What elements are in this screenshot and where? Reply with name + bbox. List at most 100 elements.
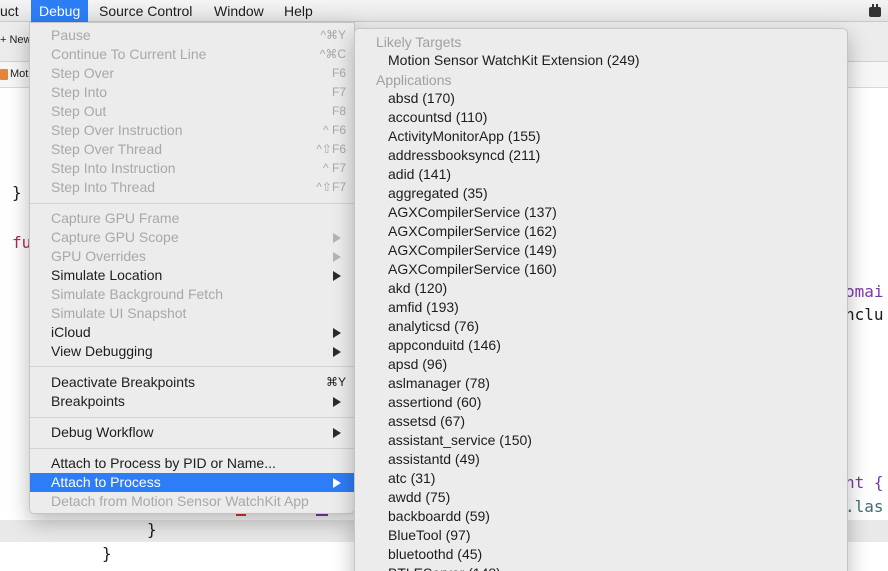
process-item[interactable]: absd (170) bbox=[388, 89, 455, 108]
process-item[interactable]: assertiond (60) bbox=[388, 393, 481, 412]
menu-item-detach[interactable]: Detach from Motion Sensor WatchKit App bbox=[30, 492, 354, 511]
attach-to-process-submenu: Likely Targets Motion Sensor WatchKit Ex… bbox=[354, 28, 848, 571]
submenu-arrow-icon bbox=[333, 328, 341, 338]
menu-shortcut: ^⌘C bbox=[319, 47, 346, 61]
code-token-las: .las bbox=[845, 497, 884, 516]
menu-item-simulate-background-fetch[interactable]: Simulate Background Fetch bbox=[30, 285, 354, 304]
menubar-window[interactable]: Window bbox=[206, 0, 272, 22]
menu-item-view-debugging[interactable]: View Debugging bbox=[30, 342, 354, 361]
process-item[interactable]: apsd (96) bbox=[388, 355, 447, 374]
process-item[interactable]: AGXCompilerService (160) bbox=[388, 260, 557, 279]
menubar-source-control[interactable]: Source Control bbox=[91, 0, 200, 22]
menu-item-label: iCloud bbox=[51, 324, 91, 340]
menu-item-step-into[interactable]: Step Into F7 bbox=[30, 83, 354, 102]
menu-item-deactivate-breakpoints[interactable]: Deactivate Breakpoints ⌘Y bbox=[30, 373, 354, 392]
swift-file-icon bbox=[0, 69, 8, 80]
menu-item-capture-gpu-frame[interactable]: Capture GPU Frame bbox=[30, 209, 354, 228]
menu-item-label: Simulate Background Fetch bbox=[51, 286, 223, 302]
process-item[interactable]: atc (31) bbox=[388, 469, 435, 488]
menu-item-step-into-thread[interactable]: Step Into Thread ^⇧F7 bbox=[30, 178, 354, 197]
code-include-text: nclu bbox=[845, 305, 884, 324]
process-item[interactable]: BlueTool (97) bbox=[388, 526, 471, 545]
menu-item-icloud[interactable]: iCloud bbox=[30, 323, 354, 342]
process-item[interactable]: addressbooksyncd (211) bbox=[388, 146, 540, 165]
menu-item-label: Capture GPU Frame bbox=[51, 210, 180, 226]
process-item[interactable]: AGXCompilerService (162) bbox=[388, 222, 557, 241]
menu-separator bbox=[30, 203, 354, 204]
menu-shortcut: ⌘Y bbox=[325, 375, 346, 389]
menu-item-step-over-instruction[interactable]: Step Over Instruction ^ F6 bbox=[30, 121, 354, 140]
process-item[interactable]: bluetoothd (45) bbox=[388, 545, 482, 564]
debug-menu: Pause ^⌘Y Continue To Current Line ^⌘C Ste… bbox=[29, 22, 355, 514]
app-status-icon[interactable] bbox=[868, 3, 882, 18]
menu-shortcut: ^ F6 bbox=[323, 123, 346, 137]
code-brace: } bbox=[102, 544, 112, 563]
process-item[interactable]: analyticsd (76) bbox=[388, 317, 479, 336]
menu-item-continue-to-current-line[interactable]: Continue To Current Line ^⌘C bbox=[30, 45, 354, 64]
code-domain-text: omai bbox=[845, 282, 884, 301]
menu-item-capture-gpu-scope[interactable]: Capture GPU Scope bbox=[30, 228, 354, 247]
process-item[interactable]: accountsd (110) bbox=[388, 108, 487, 127]
process-item[interactable]: appconduitd (146) bbox=[388, 336, 501, 355]
menu-item-step-over-thread[interactable]: Step Over Thread ^⇧F6 bbox=[30, 140, 354, 159]
process-item[interactable]: assistantd (49) bbox=[388, 450, 480, 469]
menu-shortcut: F8 bbox=[331, 104, 346, 118]
editor-tab-label[interactable]: Mot bbox=[10, 68, 28, 80]
process-item[interactable]: AGXCompilerService (149) bbox=[388, 241, 557, 260]
menu-item-label: GPU Overrides bbox=[51, 248, 146, 264]
process-item[interactable]: AGXCompilerService (137) bbox=[388, 203, 557, 222]
submenu-arrow-icon bbox=[333, 233, 341, 243]
menu-separator bbox=[30, 366, 354, 367]
likely-targets-header: Likely Targets bbox=[376, 34, 462, 50]
menu-item-debug-workflow[interactable]: Debug Workflow bbox=[30, 423, 354, 442]
menu-item-breakpoints[interactable]: Breakpoints bbox=[30, 392, 354, 411]
menu-item-label: Step Into bbox=[51, 84, 108, 100]
code-fragment-red bbox=[236, 514, 246, 516]
submenu-arrow-icon bbox=[333, 347, 341, 357]
process-item[interactable]: adid (141) bbox=[388, 165, 451, 184]
process-item[interactable]: assetsd (67) bbox=[388, 412, 465, 431]
menu-item-label: Step Over bbox=[51, 65, 115, 81]
menubar-help[interactable]: Help bbox=[276, 0, 321, 22]
process-item[interactable]: amfid (193) bbox=[388, 298, 459, 317]
menu-item-step-over[interactable]: Step Over F6 bbox=[30, 64, 354, 83]
menu-separator bbox=[30, 448, 354, 449]
submenu-arrow-icon bbox=[333, 252, 341, 262]
likely-target-item[interactable]: Motion Sensor WatchKit Extension (249) bbox=[388, 51, 640, 70]
menu-item-label: Simulate Location bbox=[51, 267, 163, 283]
submenu-arrow-icon bbox=[333, 271, 341, 281]
menubar-debug[interactable]: Debug bbox=[31, 0, 89, 22]
menu-item-label: Detach from Motion Sensor WatchKit App bbox=[51, 493, 309, 509]
submenu-arrow-icon bbox=[333, 478, 341, 488]
menu-item-label: Breakpoints bbox=[51, 393, 125, 409]
process-item[interactable]: akd (120) bbox=[388, 279, 447, 298]
menubar-product[interactable]: uct bbox=[0, 0, 27, 22]
menu-item-label: Attach to Process bbox=[51, 474, 161, 490]
process-item[interactable]: BTLEServer (148) bbox=[388, 564, 501, 571]
process-item[interactable]: aslmanager (78) bbox=[388, 374, 490, 393]
menu-item-label: Simulate UI Snapshot bbox=[51, 305, 187, 321]
submenu-arrow-icon bbox=[333, 428, 341, 438]
menu-item-label: Debug Workflow bbox=[51, 424, 154, 440]
menu-item-simulate-location[interactable]: Simulate Location bbox=[30, 266, 354, 285]
process-item[interactable]: backboardd (59) bbox=[388, 507, 490, 526]
menu-item-label: Attach to Process by PID or Name... bbox=[51, 455, 276, 471]
menu-item-label: Pause bbox=[51, 27, 91, 43]
process-item[interactable]: awdd (75) bbox=[388, 488, 450, 507]
submenu-arrow-icon bbox=[333, 397, 341, 407]
menu-item-attach-to-process[interactable]: Attach to Process bbox=[30, 473, 354, 492]
menu-item-step-into-instruction[interactable]: Step Into Instruction ^ F7 bbox=[30, 159, 354, 178]
code-brace: } bbox=[147, 520, 157, 539]
menu-item-simulate-ui-snapshot[interactable]: Simulate UI Snapshot bbox=[30, 304, 354, 323]
menu-item-pause[interactable]: Pause ^⌘Y bbox=[30, 26, 354, 45]
process-item[interactable]: ActivityMonitorApp (155) bbox=[388, 127, 541, 146]
menu-item-label: Step Into Instruction bbox=[51, 160, 176, 176]
menu-shortcut: ^⇧F6 bbox=[316, 142, 346, 156]
menu-item-step-out[interactable]: Step Out F8 bbox=[30, 102, 354, 121]
process-item[interactable]: aggregated (35) bbox=[388, 184, 488, 203]
menu-item-label: View Debugging bbox=[51, 343, 153, 359]
menu-item-gpu-overrides[interactable]: GPU Overrides bbox=[30, 247, 354, 266]
new-button[interactable]: + New bbox=[0, 34, 32, 46]
process-item[interactable]: assistant_service (150) bbox=[388, 431, 532, 450]
menu-item-attach-by-pid[interactable]: Attach to Process by PID or Name... bbox=[30, 454, 354, 473]
